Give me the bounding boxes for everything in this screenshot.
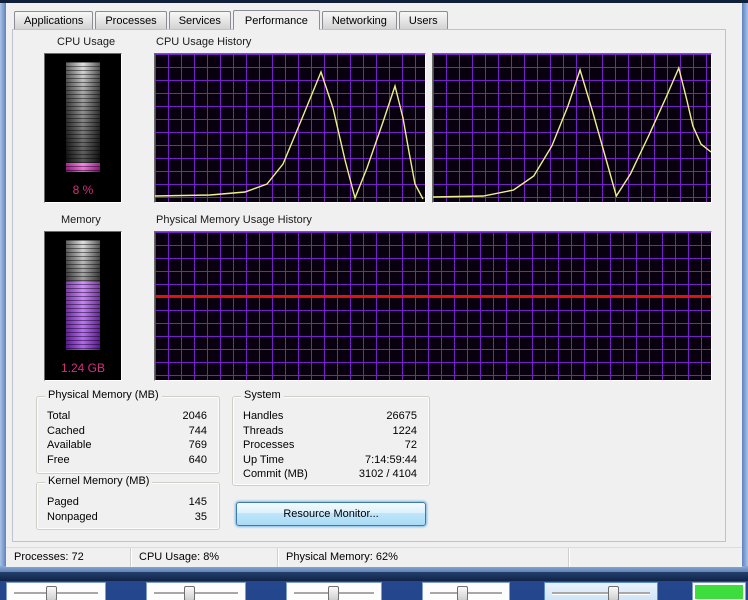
row-cached: Cached 744 xyxy=(37,424,219,439)
row-label: Available xyxy=(47,438,91,453)
slider-track xyxy=(552,592,650,594)
row-value: 3102 / 4104 xyxy=(359,467,417,482)
memory-history-graph xyxy=(154,231,712,381)
row-value: 640 xyxy=(189,453,207,468)
memory-history-label: Physical Memory Usage History xyxy=(156,214,312,226)
volume-slider-thumb[interactable] xyxy=(184,586,195,600)
row-value: 2046 xyxy=(183,409,207,424)
window-right-border xyxy=(742,3,748,572)
row-label: Processes xyxy=(243,438,294,453)
row-label: Handles xyxy=(243,409,283,424)
row-paged: Paged 145 xyxy=(37,495,219,510)
volume-slider-thumb[interactable] xyxy=(608,586,619,600)
row-label: Cached xyxy=(47,424,85,439)
row-threads: Threads 1224 xyxy=(233,424,429,439)
tab-performance[interactable]: Performance xyxy=(233,10,320,30)
row-value: 145 xyxy=(189,495,207,510)
cpu-usage-value: 8 % xyxy=(45,183,121,197)
slider-track xyxy=(154,592,238,594)
status-physical-memory: Physical Memory: 62% xyxy=(278,548,569,567)
system-group: System Handles 26675 Threads 1224 Proces… xyxy=(232,396,430,486)
volume-slider-thumb[interactable] xyxy=(457,586,468,600)
kernel-memory-group: Kernel Memory (MB) Paged 145 Nonpaged 35 xyxy=(36,482,220,530)
audio-level-meter xyxy=(695,585,743,599)
row-value: 769 xyxy=(189,438,207,453)
physical-memory-group: Physical Memory (MB) Total 2046 Cached 7… xyxy=(36,396,220,474)
row-label: Paged xyxy=(47,495,79,510)
cpu-gauge-label: CPU Usage xyxy=(57,36,115,48)
row-free: Free 640 xyxy=(37,453,219,468)
status-processes: Processes: 72 xyxy=(6,548,131,567)
mixer-panel-level-meter xyxy=(692,582,746,600)
row-value: 1224 xyxy=(393,424,417,439)
screen: Applications Processes Services Performa… xyxy=(0,0,748,600)
cpu-usage-gauge: 8 % xyxy=(44,53,122,203)
system-group-title: System xyxy=(241,389,284,401)
row-processes: Processes 72 xyxy=(233,438,429,453)
gauge-segments xyxy=(66,62,100,172)
row-label: Commit (MB) xyxy=(243,467,308,482)
tab-services[interactable]: Services xyxy=(169,11,231,29)
cpu-history-label: CPU Usage History xyxy=(156,36,251,48)
taskbar-strip xyxy=(0,572,748,581)
mixer-panel-2 xyxy=(146,582,246,600)
row-value: 7:14:59:44 xyxy=(365,453,417,468)
memory-usage-gauge: 1.24 GB xyxy=(44,231,122,381)
volume-slider-thumb[interactable] xyxy=(328,586,339,600)
cpu-history-graph-2 xyxy=(432,53,712,203)
cpu-history-graph-1 xyxy=(154,53,426,203)
row-label: Free xyxy=(47,453,70,468)
gauge-segments xyxy=(66,240,100,350)
cpu-gauge-tube xyxy=(66,62,100,172)
physical-memory-group-title: Physical Memory (MB) xyxy=(45,389,162,401)
mixer-panel-3 xyxy=(286,582,382,600)
resource-monitor-button[interactable]: Resource Monitor... xyxy=(236,502,426,526)
tab-processes[interactable]: Processes xyxy=(95,11,166,29)
memory-gauge-tube xyxy=(66,240,100,350)
row-label: Total xyxy=(47,409,70,424)
row-available: Available 769 xyxy=(37,438,219,453)
row-commit: Commit (MB) 3102 / 4104 xyxy=(233,467,429,482)
row-uptime: Up Time 7:14:59:44 xyxy=(233,453,429,468)
status-cpu-usage: CPU Usage: 8% xyxy=(131,548,278,567)
memory-gauge-label: Memory xyxy=(61,214,101,226)
row-total: Total 2046 xyxy=(37,409,219,424)
tab-networking[interactable]: Networking xyxy=(322,11,397,29)
status-bar: Processes: 72 CPU Usage: 8% Physical Mem… xyxy=(6,547,742,567)
mixer-panel-4 xyxy=(422,582,510,600)
row-value: 72 xyxy=(405,438,417,453)
row-value: 35 xyxy=(195,510,207,525)
volume-slider-thumb[interactable] xyxy=(46,586,57,600)
row-label: Threads xyxy=(243,424,283,439)
memory-usage-value: 1.24 GB xyxy=(45,361,121,375)
row-nonpaged: Nonpaged 35 xyxy=(37,510,219,525)
tab-users[interactable]: Users xyxy=(399,11,448,29)
row-value: 26675 xyxy=(386,409,417,424)
row-label: Up Time xyxy=(243,453,284,468)
kernel-memory-group-title: Kernel Memory (MB) xyxy=(45,475,152,487)
cpu-history-line-1 xyxy=(155,72,423,199)
mixer-panel-5-highlighted xyxy=(544,582,658,600)
row-label: Nonpaged xyxy=(47,510,98,525)
mixer-panel-1 xyxy=(6,582,106,600)
row-value: 744 xyxy=(189,424,207,439)
tab-applications[interactable]: Applications xyxy=(14,11,93,29)
row-handles: Handles 26675 xyxy=(233,409,429,424)
cpu-history-line-2 xyxy=(433,68,711,197)
tab-bar: Applications Processes Services Performa… xyxy=(14,8,448,30)
